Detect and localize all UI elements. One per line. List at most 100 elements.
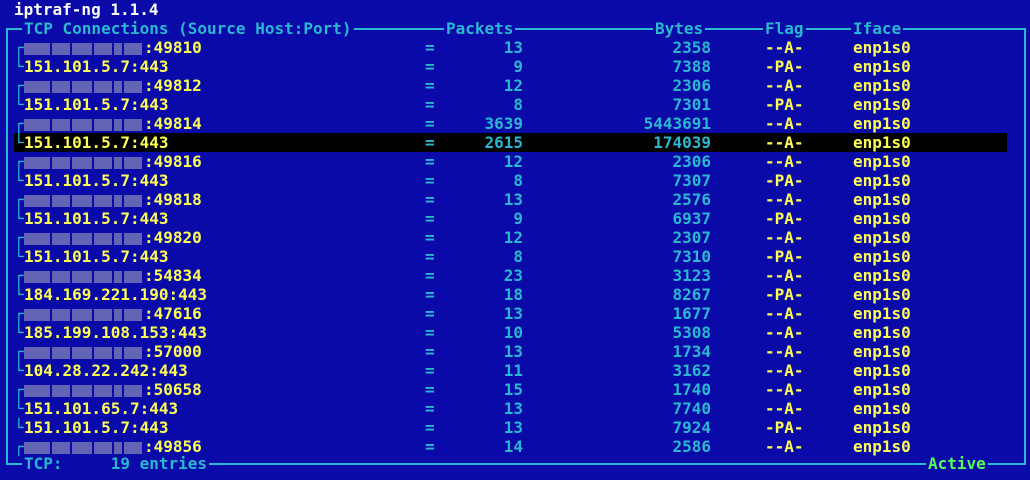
connection-row[interactable]: └ 151.101.5.7:443 = 8 7307 -PA-enp1s0 bbox=[0, 171, 1030, 190]
connection-row[interactable]: ┌:57000 = 13 1734 --A-enp1s0 bbox=[0, 342, 1030, 361]
connection-row[interactable]: └ 184.169.221.190:443 = 18 8267 -PA-enp1s0 bbox=[0, 285, 1030, 304]
byte-count: 7924 bbox=[672, 418, 711, 437]
pair-bracket: ┌ bbox=[14, 76, 24, 95]
connection-row[interactable]: └ 151.101.5.7:443 = 8 7310 -PA-enp1s0 bbox=[0, 247, 1030, 266]
host-address: 151.101.5.7 bbox=[24, 57, 130, 76]
port-number: :49818 bbox=[144, 190, 202, 209]
tcp-flag: --A- bbox=[765, 190, 804, 209]
selected-connection-row[interactable]: └ 151.101.5.7:443 = 2615 174039 --A-enp1s0 bbox=[14, 133, 1007, 152]
connection-row[interactable]: ┌:49814 = 3639 5443691 --A-enp1s0 bbox=[0, 114, 1030, 133]
port-number: :443 bbox=[139, 399, 179, 418]
connection-row[interactable]: ┌:54834 = 23 3123 --A-enp1s0 bbox=[0, 266, 1030, 285]
connection-row[interactable]: └ 104.28.22.242:443 = 11 3162 --A-enp1s0 bbox=[0, 361, 1030, 380]
connection-row[interactable]: ┌:49818 = 13 2576 --A-enp1s0 bbox=[0, 190, 1030, 209]
byte-count: 1677 bbox=[672, 304, 711, 323]
port-number: :443 bbox=[129, 57, 169, 76]
byte-count: 2576 bbox=[672, 190, 711, 209]
connection-endpoint: :47616 bbox=[24, 304, 202, 324]
equals-sign: = bbox=[425, 209, 435, 228]
tcp-flag: --A- bbox=[765, 380, 804, 399]
connection-endpoint: :49816 bbox=[24, 152, 202, 172]
connection-row[interactable]: └ 185.199.108.153:443 = 10 5308 --A-enp1s0 bbox=[0, 323, 1030, 342]
equals-sign: = bbox=[425, 380, 435, 399]
header-flag: Flag bbox=[763, 19, 806, 38]
connection-endpoint: :57000 bbox=[24, 342, 202, 362]
packet-count: 10 bbox=[503, 323, 523, 342]
pair-bracket: └ bbox=[14, 95, 24, 114]
packet-count: 12 bbox=[503, 152, 523, 171]
connection-endpoint: :50658 bbox=[24, 380, 202, 400]
connection-row[interactable]: └ 151.101.5.7:443 = 8 7301 -PA-enp1s0 bbox=[0, 95, 1030, 114]
port-number: :443 bbox=[168, 323, 208, 342]
connection-endpoint: 185.199.108.153:443 bbox=[24, 323, 207, 342]
packet-count: 18 bbox=[503, 285, 523, 304]
connection-endpoint: :49818 bbox=[24, 190, 202, 210]
pair-bracket: ┌ bbox=[14, 380, 24, 399]
interface-name: enp1s0 bbox=[853, 209, 911, 228]
byte-count: 2306 bbox=[672, 152, 711, 171]
connection-row[interactable]: ┌:49820 = 12 2307 --A-enp1s0 bbox=[0, 228, 1030, 247]
connection-row[interactable]: ┌:47616 = 13 1677 --A-enp1s0 bbox=[0, 304, 1030, 323]
packet-count: 15 bbox=[503, 380, 523, 399]
tcp-flag: --A- bbox=[765, 152, 804, 171]
connection-row[interactable]: └ 151.101.5.7:443 = 9 6937 -PA-enp1s0 bbox=[0, 209, 1030, 228]
connection-endpoint: 151.101.5.7:443 bbox=[24, 57, 169, 76]
interface-name: enp1s0 bbox=[853, 342, 911, 361]
host-address: 104.28.22.242 bbox=[24, 361, 150, 380]
equals-sign: = bbox=[425, 95, 435, 114]
packet-count: 8 bbox=[513, 95, 523, 114]
equals-sign: = bbox=[425, 133, 435, 152]
packet-count: 2615 bbox=[484, 133, 523, 152]
connection-row[interactable]: ┌:49810 = 13 2358 --A-enp1s0 bbox=[0, 38, 1030, 57]
pair-bracket: └ bbox=[14, 247, 24, 266]
port-number: :49810 bbox=[144, 38, 202, 57]
port-number: :49812 bbox=[144, 76, 202, 95]
pair-bracket: ┌ bbox=[14, 190, 24, 209]
tcp-flag: --A- bbox=[765, 323, 804, 342]
interface-name: enp1s0 bbox=[853, 57, 911, 76]
pair-bracket: ┌ bbox=[14, 152, 24, 171]
connection-row[interactable]: └ 151.101.5.7:443 = 13 7924 -PA-enp1s0 bbox=[0, 418, 1030, 437]
connection-row[interactable]: └ 151.101.5.7:443 = 9 7388 -PA-enp1s0 bbox=[0, 57, 1030, 76]
tcp-flag: --A- bbox=[765, 437, 804, 456]
pair-bracket: └ bbox=[14, 133, 24, 152]
redacted-host bbox=[24, 305, 144, 324]
connection-row[interactable]: ┌:49812 = 12 2306 --A-enp1s0 bbox=[0, 76, 1030, 95]
byte-count: 3123 bbox=[672, 266, 711, 285]
redacted-host bbox=[24, 267, 144, 286]
tcp-flag: -PA- bbox=[765, 209, 804, 228]
host-address: 185.199.108.153 bbox=[24, 323, 169, 342]
pair-bracket: └ bbox=[14, 57, 24, 76]
packet-count: 14 bbox=[503, 437, 523, 456]
connection-endpoint: 104.28.22.242:443 bbox=[24, 361, 188, 380]
pair-bracket: ┌ bbox=[14, 266, 24, 285]
host-address: 184.169.221.190 bbox=[24, 285, 169, 304]
host-address: 151.101.5.7 bbox=[24, 133, 130, 152]
host-address: 151.101.65.7 bbox=[24, 399, 140, 418]
equals-sign: = bbox=[425, 171, 435, 190]
equals-sign: = bbox=[425, 304, 435, 323]
tcp-flag: -PA- bbox=[765, 95, 804, 114]
byte-count: 7301 bbox=[672, 95, 711, 114]
packet-count: 13 bbox=[503, 399, 523, 418]
byte-count: 2586 bbox=[672, 437, 711, 456]
port-number: :49816 bbox=[144, 152, 202, 171]
connection-endpoint: :49814 bbox=[24, 114, 202, 134]
pair-bracket: ┌ bbox=[14, 38, 24, 57]
byte-count: 5308 bbox=[672, 323, 711, 342]
interface-name: enp1s0 bbox=[853, 266, 911, 285]
connection-row[interactable]: ┌:49816 = 12 2306 --A-enp1s0 bbox=[0, 152, 1030, 171]
interface-name: enp1s0 bbox=[853, 399, 911, 418]
connection-row[interactable]: ┌:50658 = 15 1740 --A-enp1s0 bbox=[0, 380, 1030, 399]
interface-name: enp1s0 bbox=[853, 76, 911, 95]
header-iface: Iface bbox=[851, 19, 904, 38]
interface-name: enp1s0 bbox=[853, 285, 911, 304]
connection-endpoint: 151.101.5.7:443 bbox=[24, 418, 169, 437]
host-address: 151.101.5.7 bbox=[24, 418, 130, 437]
byte-count: 5443691 bbox=[643, 114, 711, 133]
interface-name: enp1s0 bbox=[853, 95, 911, 114]
packet-count: 13 bbox=[503, 342, 523, 361]
tcp-flag: --A- bbox=[765, 304, 804, 323]
connection-row[interactable]: └ 151.101.65.7:443 = 13 7740 --A-enp1s0 bbox=[0, 399, 1030, 418]
interface-name: enp1s0 bbox=[853, 323, 911, 342]
